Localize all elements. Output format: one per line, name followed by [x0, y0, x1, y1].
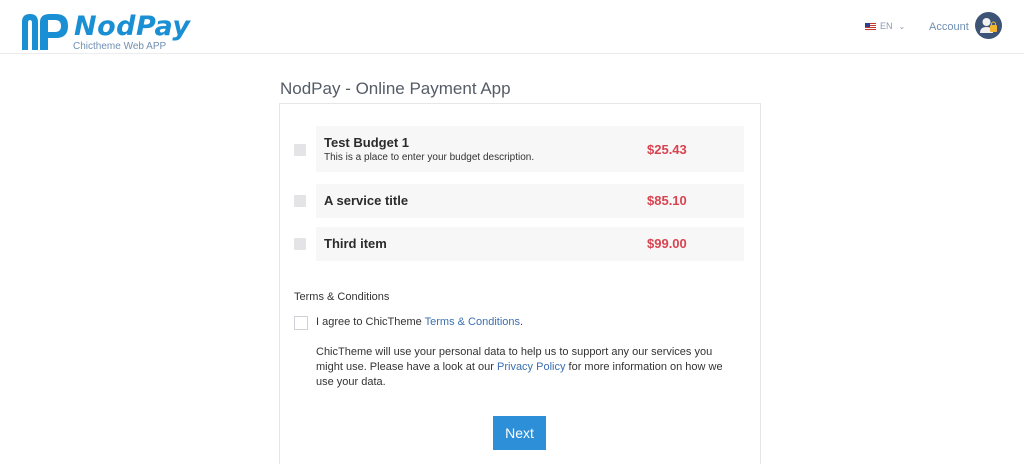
item-price: $85.10	[647, 193, 687, 208]
item-price: $25.43	[647, 142, 687, 157]
item-2-checkbox[interactable]	[294, 195, 306, 207]
nodpay-logo-icon	[22, 14, 68, 50]
item-title: A service title	[324, 193, 409, 208]
privacy-policy-link[interactable]: Privacy Policy	[497, 361, 565, 373]
next-button[interactable]: Next	[493, 416, 546, 450]
user-avatar-icon	[980, 18, 997, 33]
terms-link[interactable]: Terms & Conditions	[425, 316, 520, 328]
top-bar: NodPay Chictheme Web APP EN ⌄ Account	[0, 0, 1024, 54]
brand-subtitle: Chictheme Web APP	[73, 41, 167, 52]
item-3-checkbox[interactable]	[294, 238, 306, 250]
item-price: $99.00	[647, 236, 687, 251]
item-description: This is a place to enter your budget des…	[324, 152, 535, 163]
list-item-3[interactable]: Third item $99.00	[316, 227, 744, 261]
page-title: NodPay - Online Payment App	[280, 79, 511, 98]
list-item-1[interactable]: Test Budget 1 This is a place to enter y…	[316, 126, 744, 172]
account-link[interactable]: Account	[929, 21, 969, 33]
agree-suffix: .	[520, 316, 524, 328]
language-code: EN	[880, 21, 893, 31]
item-title: Third item	[324, 236, 387, 251]
list-item-2[interactable]: A service title $85.10	[316, 184, 744, 218]
us-flag-icon	[865, 22, 876, 30]
chevron-down-icon: ⌄	[898, 21, 906, 31]
item-title: Test Budget 1	[324, 135, 409, 150]
agree-label: I agree to ChicTheme Terms & Conditions.	[316, 316, 523, 328]
item-1-checkbox[interactable]	[294, 144, 306, 156]
avatar[interactable]	[975, 12, 1002, 39]
brand-logo[interactable]: NodPay Chictheme Web APP	[20, 9, 190, 53]
agree-checkbox[interactable]	[294, 316, 308, 330]
privacy-note: ChicTheme will use your personal data to…	[316, 345, 741, 390]
language-selector[interactable]: EN ⌄	[865, 21, 905, 31]
terms-heading: Terms & Conditions	[294, 291, 390, 303]
brand-name: NodPay	[74, 11, 191, 42]
agree-prefix: I agree to ChicTheme	[316, 316, 425, 328]
